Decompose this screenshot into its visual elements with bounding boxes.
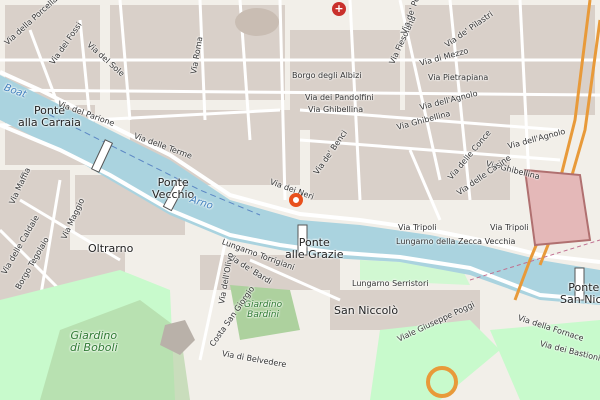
location-marker[interactable] — [289, 193, 303, 207]
place-label-ponte-vecchio: Ponte Vecchio — [152, 176, 195, 201]
street-label: Lungarno della Zecca Vecchia — [396, 237, 516, 246]
street-label: Via Ghibellina — [308, 105, 364, 114]
hospital-icon[interactable]: + — [332, 2, 346, 16]
park-label-giardino-boboli: Giardino di Boboli — [70, 329, 118, 354]
street-label: Via Tripoli — [398, 223, 437, 232]
street-label: Lungarno Serristori — [352, 279, 429, 288]
place-label-san-niccolo: San Niccolò — [334, 304, 399, 317]
map-view[interactable]: Ponte alla Carraia Ponte Vecchio Oltrarn… — [0, 0, 600, 400]
park-label-giardino-bardini: Giardino Bardini — [244, 300, 283, 320]
street-label: Via Pietrapiana — [428, 73, 489, 82]
street-label: Via dei Pandolfini — [305, 93, 374, 102]
place-label-ponte-san-niccolo: Ponte San Nicc — [560, 281, 600, 306]
place-label-oltrarno: Oltrarno — [88, 242, 134, 255]
street-label: Via Tripoli — [490, 223, 529, 232]
place-label-ponte-grazie: Ponte alle Grazie — [285, 236, 344, 261]
street-label: Borgo degli Albizi — [292, 71, 362, 80]
